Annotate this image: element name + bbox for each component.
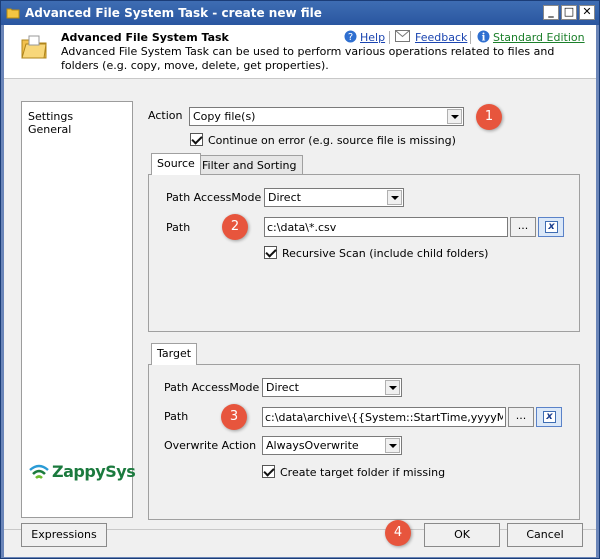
overwrite-action-label: Overwrite Action	[164, 439, 257, 452]
target-path-access-mode-select[interactable]: Direct	[262, 378, 402, 397]
chevron-down-icon[interactable]	[447, 109, 462, 124]
link-separator	[470, 31, 471, 44]
recursive-scan-label: Recursive Scan (include child folders)	[282, 247, 489, 260]
source-path-input[interactable]: c:\data\*.csv	[264, 217, 508, 237]
target-path-label: Path	[164, 410, 189, 423]
title-bar[interactable]: Advanced File System Task - create new f…	[1, 1, 599, 25]
svg-text:?: ?	[348, 32, 353, 43]
header-title: Advanced File System Task	[61, 31, 229, 44]
chevron-down-icon[interactable]	[387, 190, 402, 205]
ok-button[interactable]: OK	[424, 523, 500, 547]
svg-text:i: i	[482, 33, 486, 44]
tab-target[interactable]: Target	[151, 343, 198, 365]
sidebar-item-general[interactable]: General	[28, 123, 71, 136]
clear-x-icon: x	[545, 221, 558, 233]
callout-badge-2: 2	[222, 214, 248, 240]
callout-badge-4: 4	[385, 520, 411, 546]
folder-icon	[21, 35, 47, 59]
source-browse-button[interactable]: ...	[510, 217, 536, 237]
cancel-button[interactable]: Cancel	[507, 523, 583, 547]
recursive-scan-checkbox[interactable]	[264, 246, 277, 259]
envelope-icon[interactable]	[395, 30, 410, 42]
header-description: Advanced File System Task can be used to…	[61, 45, 555, 72]
window-title: Advanced File System Task - create new f…	[25, 6, 322, 20]
chevron-down-icon[interactable]	[385, 438, 400, 453]
callout-badge-1: 1	[476, 104, 502, 130]
action-label: Action	[148, 109, 183, 122]
info-icon[interactable]: i	[477, 30, 490, 43]
feedback-link[interactable]: Feedback	[415, 31, 467, 44]
target-path-value: c:\data\archive\{{System::StartTime,yyyy…	[265, 411, 503, 424]
close-button[interactable]: ✕	[579, 5, 595, 20]
help-link[interactable]: Help	[360, 31, 385, 44]
target-path-input[interactable]: c:\data\archive\{{System::StartTime,yyyy…	[262, 407, 506, 427]
source-path-value: c:\data\*.csv	[267, 221, 337, 234]
standard-edition-link[interactable]: Standard Edition	[493, 31, 585, 44]
settings-sidebar: Settings General ZappySys	[21, 101, 136, 518]
continue-on-error-checkbox[interactable]	[190, 133, 203, 146]
source-path-label: Path	[166, 221, 191, 234]
clear-x-icon: x	[543, 411, 556, 423]
wifi-logo-icon	[29, 464, 49, 479]
zappysys-logo: ZappySys	[28, 460, 136, 486]
dialog-client: Advanced File System Task Advanced File …	[4, 25, 596, 557]
target-path-access-mode-value: Direct	[266, 381, 299, 394]
action-select[interactable]: Copy file(s)	[189, 107, 464, 126]
tab-source[interactable]: Source	[151, 153, 201, 175]
expressions-button[interactable]: Expressions	[21, 523, 107, 547]
callout-badge-3: 3	[221, 404, 247, 430]
target-browse-button[interactable]: ...	[508, 407, 534, 427]
header-panel: Advanced File System Task Advanced File …	[4, 25, 596, 79]
help-icon[interactable]: ?	[344, 30, 357, 43]
minimize-button[interactable]: _	[543, 5, 559, 20]
sidebar-item-settings[interactable]: Settings	[28, 110, 73, 123]
overwrite-action-value: AlwaysOverwrite	[266, 439, 359, 452]
tab-filter-and-sorting[interactable]: Filter and Sorting	[196, 155, 303, 176]
maximize-button[interactable]: □	[561, 5, 577, 20]
target-clear-button[interactable]: x	[536, 407, 562, 427]
source-path-access-mode-select[interactable]: Direct	[264, 188, 404, 207]
continue-on-error-label: Continue on error (e.g. source file is m…	[208, 134, 456, 147]
dialog-window: Advanced File System Task - create new f…	[0, 0, 600, 559]
link-separator	[389, 31, 390, 44]
action-value: Copy file(s)	[193, 110, 256, 123]
overwrite-action-select[interactable]: AlwaysOverwrite	[262, 436, 402, 455]
source-path-access-mode-value: Direct	[268, 191, 301, 204]
source-clear-button[interactable]: x	[538, 217, 564, 237]
chevron-down-icon[interactable]	[385, 380, 400, 395]
app-icon	[6, 8, 20, 19]
source-path-access-mode-label: Path AccessMode	[166, 191, 262, 204]
create-target-folder-checkbox[interactable]	[262, 465, 275, 478]
logo-text: ZappySys	[52, 462, 136, 481]
target-path-access-mode-label: Path AccessMode	[164, 381, 260, 394]
create-target-folder-label: Create target folder if missing	[280, 466, 446, 479]
